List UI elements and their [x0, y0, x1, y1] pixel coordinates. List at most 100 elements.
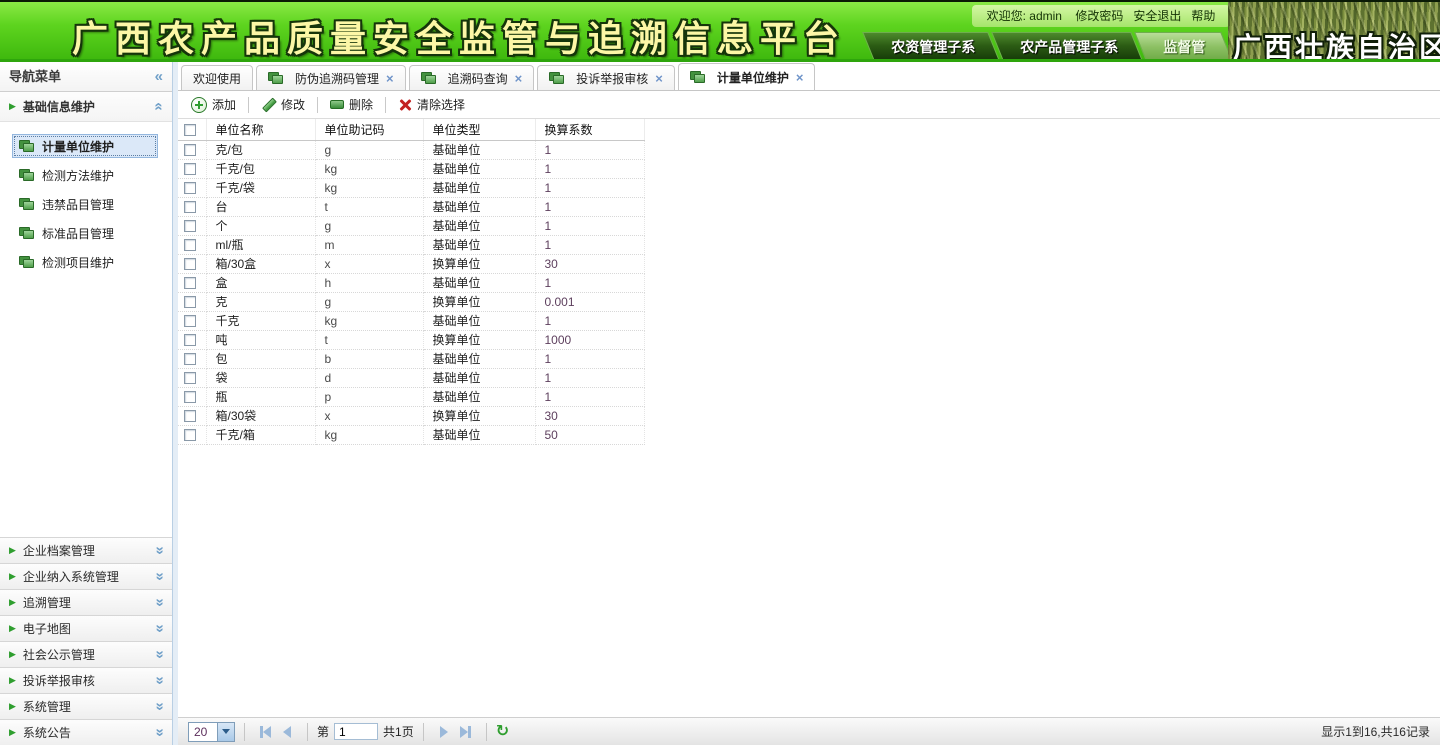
row-checkbox[interactable] — [184, 258, 196, 270]
table-row[interactable]: 千克/袋kg基础单位1 — [178, 178, 644, 197]
row-checkbox[interactable] — [184, 353, 196, 365]
row-checkbox[interactable] — [184, 315, 196, 327]
header-link[interactable]: 修改密码 — [1075, 9, 1123, 23]
prev-page-button[interactable] — [276, 722, 298, 742]
chevron-down-icon[interactable]: « — [155, 621, 163, 636]
table-cell: 1 — [535, 273, 644, 292]
sidebar-item[interactable]: 标准品目管理 — [12, 221, 172, 245]
content-tab[interactable]: 欢迎使用 — [181, 65, 253, 90]
table-row[interactable]: 瓶p基础单位1 — [178, 387, 644, 406]
row-checkbox[interactable] — [184, 239, 196, 251]
tab-close-icon[interactable]: × — [386, 71, 394, 86]
sidebar-header: 导航菜单 « — [0, 62, 172, 92]
column-header[interactable]: 换算系数 — [535, 119, 644, 140]
delete-button[interactable]: 删除 — [325, 94, 378, 115]
folder-stack-icon — [268, 72, 283, 84]
row-checkbox[interactable] — [184, 182, 196, 194]
table-row[interactable]: 克g换算单位0.001 — [178, 292, 644, 311]
row-checkbox[interactable] — [184, 372, 196, 384]
folder-stack-icon — [19, 169, 35, 182]
column-header[interactable]: 单位助记码 — [315, 119, 423, 140]
section-label: 基础信息维护 — [23, 98, 155, 115]
table-row[interactable]: 个g基础单位1 — [178, 216, 644, 235]
sidebar-collapse-icon[interactable]: « — [155, 69, 163, 84]
sidebar-item-label: 标准品目管理 — [42, 225, 114, 242]
table-row[interactable]: 克/包g基础单位1 — [178, 140, 644, 159]
column-header[interactable]: 单位类型 — [423, 119, 535, 140]
sidebar-item[interactable]: 计量单位维护 — [12, 134, 158, 158]
table-row[interactable]: 箱/30盒x换算单位30 — [178, 254, 644, 273]
chevron-down-icon[interactable]: « — [155, 543, 163, 558]
sidebar-section-basic-info[interactable]: ▶ 基础信息维护 « — [0, 92, 172, 122]
row-checkbox[interactable] — [184, 163, 196, 175]
chevron-down-icon[interactable]: « — [155, 725, 163, 740]
last-page-button[interactable] — [455, 722, 477, 742]
chevron-down-icon[interactable]: « — [155, 595, 163, 610]
table-cell: 个 — [206, 216, 315, 235]
row-checkbox[interactable] — [184, 220, 196, 232]
sidebar-section-collapsed[interactable]: ▶企业档案管理« — [0, 537, 172, 563]
column-header[interactable]: 单位名称 — [206, 119, 315, 140]
sidebar-section-collapsed[interactable]: ▶系统公告« — [0, 719, 172, 745]
chevron-down-icon[interactable]: « — [155, 673, 163, 688]
sidebar-section-collapsed[interactable]: ▶企业纳入系统管理« — [0, 563, 172, 589]
tab-close-icon[interactable]: × — [655, 71, 663, 86]
row-checkbox[interactable] — [184, 296, 196, 308]
red-x-icon — [398, 98, 412, 112]
subsystem-tab[interactable]: 农产品管理子系统 — [992, 32, 1143, 61]
table-row[interactable]: 包b基础单位1 — [178, 349, 644, 368]
first-page-button[interactable] — [254, 722, 276, 742]
subsystem-tab[interactable]: 农资管理子系统 — [862, 32, 1000, 61]
select-all-checkbox[interactable] — [184, 124, 196, 136]
table-row[interactable]: 袋d基础单位1 — [178, 368, 644, 387]
content-tab[interactable]: 追溯码查询× — [409, 65, 535, 90]
tab-close-icon[interactable]: × — [515, 71, 523, 86]
refresh-icon[interactable]: ↻ — [496, 724, 509, 740]
page-number-input[interactable] — [334, 723, 378, 740]
table-row[interactable]: 吨t换算单位1000 — [178, 330, 644, 349]
table-cell: g — [315, 216, 423, 235]
row-checkbox[interactable] — [184, 277, 196, 289]
chevron-down-icon[interactable]: « — [155, 647, 163, 662]
sidebar-section-collapsed[interactable]: ▶投诉举报审核« — [0, 667, 172, 693]
table-row[interactable]: 千克kg基础单位1 — [178, 311, 644, 330]
table-row[interactable]: 箱/30袋x换算单位30 — [178, 406, 644, 425]
table-row[interactable]: 千克/包kg基础单位1 — [178, 159, 644, 178]
content-tab[interactable]: 计量单位维护× — [678, 63, 816, 90]
sidebar-section-collapsed[interactable]: ▶电子地图« — [0, 615, 172, 641]
next-page-button[interactable] — [433, 722, 455, 742]
sidebar-section-collapsed[interactable]: ▶系统管理« — [0, 693, 172, 719]
page-size-select[interactable]: 20 — [188, 722, 235, 742]
edit-button[interactable]: 修改 — [256, 94, 310, 115]
row-checkbox[interactable] — [184, 334, 196, 346]
sidebar-item[interactable]: 检测项目维护 — [12, 250, 172, 274]
clear-selection-button[interactable]: 清除选择 — [393, 94, 470, 115]
row-checkbox[interactable] — [184, 429, 196, 441]
chevron-down-icon[interactable]: « — [155, 699, 163, 714]
add-button[interactable]: 添加 — [186, 94, 241, 115]
header-link[interactable]: 帮助 — [1191, 9, 1215, 23]
row-checkbox[interactable] — [184, 391, 196, 403]
header-link[interactable]: 安全退出 — [1133, 9, 1181, 23]
row-checkbox[interactable] — [184, 144, 196, 156]
sidebar-section-collapsed[interactable]: ▶追溯管理« — [0, 589, 172, 615]
tab-close-icon[interactable]: × — [796, 70, 804, 85]
table-row[interactable]: ml/瓶m基础单位1 — [178, 235, 644, 254]
chevron-down-icon[interactable]: « — [155, 569, 163, 584]
section-collapse-icon[interactable]: « — [155, 99, 163, 114]
dropdown-arrow-icon[interactable] — [217, 723, 234, 741]
sidebar-item[interactable]: 检测方法维护 — [12, 163, 172, 187]
table-cell: kg — [315, 178, 423, 197]
row-checkbox[interactable] — [184, 201, 196, 213]
row-checkbox[interactable] — [184, 410, 196, 422]
content-tab[interactable]: 防伪追溯码管理× — [256, 65, 406, 90]
table-row[interactable]: 千克/箱kg基础单位50 — [178, 425, 644, 444]
sidebar-section-collapsed[interactable]: ▶社会公示管理« — [0, 641, 172, 667]
sidebar-item[interactable]: 违禁品目管理 — [12, 192, 172, 216]
table-row[interactable]: 盒h基础单位1 — [178, 273, 644, 292]
table-cell: 换算单位 — [423, 406, 535, 425]
content-tab[interactable]: 投诉举报审核× — [537, 65, 675, 90]
subsystem-tab[interactable]: 监督管理 — [1134, 32, 1233, 61]
main-tabstrip: 欢迎使用防伪追溯码管理×追溯码查询×投诉举报审核×计量单位维护× — [178, 62, 1440, 91]
table-row[interactable]: 台t基础单位1 — [178, 197, 644, 216]
